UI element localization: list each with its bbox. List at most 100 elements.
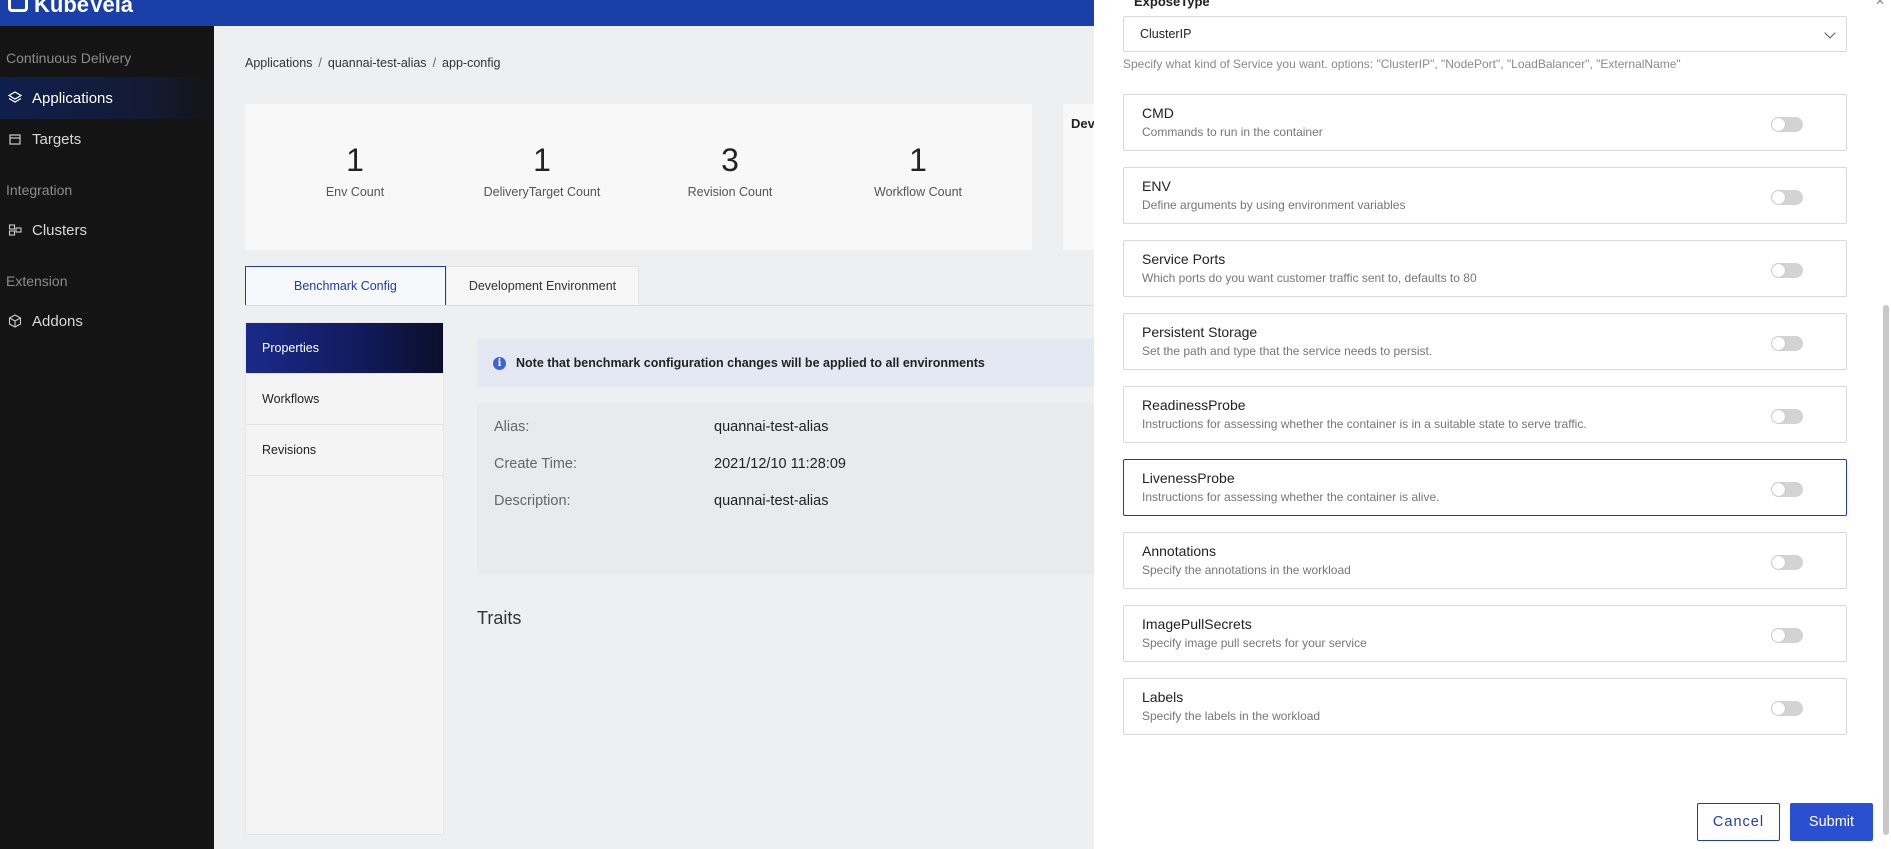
detail-value: quannai-test-alias	[714, 419, 829, 435]
breadcrumb-applications[interactable]: Applications	[245, 56, 312, 70]
sidebar-item-label: Targets	[32, 130, 82, 148]
option-annotations: Annotations Specify the annotations in t…	[1123, 532, 1847, 589]
option-toggle[interactable]	[1771, 555, 1803, 570]
option-toggle[interactable]	[1771, 117, 1803, 132]
option-image-pull-secrets: ImagePullSecrets Specify image pull secr…	[1123, 605, 1847, 662]
sidebar-item-applications[interactable]: Applications	[0, 77, 214, 119]
drawer-scrollbar[interactable]	[1883, 305, 1889, 835]
option-desc: Commands to run in the container	[1142, 125, 1323, 139]
stat-value: 3	[721, 142, 739, 178]
left-nav-revisions[interactable]: Revisions	[246, 425, 443, 476]
option-title: Service Ports	[1142, 251, 1226, 267]
sidebar-item-targets[interactable]: Targets	[0, 118, 214, 160]
option-desc: Which ports do you want customer traffic…	[1142, 271, 1477, 285]
option-persistent-storage: Persistent Storage Set the path and type…	[1123, 313, 1847, 370]
notice-text: Note that benchmark configuration change…	[516, 356, 985, 370]
option-desc: Specify the labels in the workload	[1142, 709, 1321, 723]
brand-name: KubeVela	[34, 0, 134, 17]
detail-value: quannai-test-alias	[714, 493, 829, 509]
stat-revision-count: 3 Revision Count	[650, 142, 810, 199]
stat-workflow-count: 1 Workflow Count	[838, 142, 998, 199]
option-title: Labels	[1142, 689, 1184, 705]
submit-button[interactable]: Submit	[1790, 803, 1873, 841]
info-icon: i	[493, 356, 506, 370]
sidebar-item-clusters[interactable]: Clusters	[0, 209, 214, 251]
tab-development-environment[interactable]: Development Environment	[445, 266, 640, 306]
main-content: Applications / quannai-test-alias / app-…	[214, 26, 1107, 849]
stat-label: DeliveryTarget Count	[483, 185, 601, 199]
config-left-nav: Properties Workflows Revisions	[245, 322, 444, 835]
stat-label: Workflow Count	[874, 185, 962, 199]
environment-card-title: Dev	[1071, 116, 1095, 131]
close-icon[interactable]: ✕	[1875, 0, 1885, 8]
expose-type-select[interactable]: ClusterIP	[1123, 16, 1847, 52]
stat-value: 1	[533, 142, 551, 178]
breadcrumb-app-name[interactable]: quannai-test-alias	[328, 56, 427, 70]
stats-card: 1 Env Count 1 DeliveryTarget Count 3 Rev…	[245, 104, 1032, 250]
stat-value: 1	[909, 142, 927, 178]
traits-title: Traits	[477, 608, 522, 628]
nav-group-continuous-delivery: Continuous Delivery	[6, 50, 132, 66]
option-desc: Specify the annotations in the workload	[1142, 563, 1351, 577]
sidebar-item-label: Applications	[32, 89, 113, 107]
stat-env-count: 1 Env Count	[275, 142, 435, 199]
sidebar: Continuous Delivery Applications Targets…	[0, 26, 214, 849]
option-toggle[interactable]	[1771, 263, 1803, 278]
option-desc: Set the path and type that the service n…	[1142, 344, 1433, 358]
option-desc: Specify image pull secrets for your serv…	[1142, 636, 1367, 650]
tab-benchmark-config[interactable]: Benchmark Config	[245, 266, 446, 306]
option-liveness-probe: LivenessProbe Instructions for assessing…	[1123, 459, 1847, 516]
option-labels: Labels Specify the labels in the workloa…	[1123, 678, 1847, 735]
option-readiness-probe: ReadinessProbe Instructions for assessin…	[1123, 386, 1847, 443]
option-title: CMD	[1142, 105, 1174, 121]
option-toggle[interactable]	[1771, 628, 1803, 643]
stat-deliverytarget-count: 1 DeliveryTarget Count	[462, 142, 622, 199]
expose-type-label: ExposeType	[1134, 0, 1210, 9]
option-toggle[interactable]	[1771, 190, 1803, 205]
benchmark-notice: i Note that benchmark configuration chan…	[477, 339, 1107, 387]
stat-label: Env Count	[325, 185, 385, 199]
stat-label: Revision Count	[687, 185, 773, 199]
option-desc: Instructions for assessing whether the c…	[1142, 417, 1587, 431]
option-service-ports: Service Ports Which ports do you want cu…	[1123, 240, 1847, 297]
sidebar-item-label: Addons	[32, 312, 83, 330]
option-toggle[interactable]	[1771, 409, 1803, 424]
select-value: ClusterIP	[1140, 27, 1192, 41]
detail-value: 2021/12/10 11:28:09	[714, 456, 846, 472]
sidebar-item-addons[interactable]: Addons	[0, 300, 214, 342]
config-tabs: Benchmark Config Development Environment	[245, 266, 640, 306]
breadcrumb: Applications / quannai-test-alias / app-…	[245, 56, 500, 70]
option-cmd: CMD Commands to run in the container	[1123, 94, 1847, 151]
breadcrumb-separator: /	[318, 56, 322, 70]
left-nav-workflows[interactable]: Workflows	[246, 374, 443, 425]
sidebar-item-label: Clusters	[32, 221, 88, 239]
layers-icon	[8, 91, 22, 105]
cancel-button[interactable]: Cancel	[1697, 803, 1780, 841]
detail-key: Create Time:	[494, 456, 577, 472]
chevron-down-icon	[1824, 27, 1836, 39]
breadcrumb-current: app-config	[442, 56, 501, 70]
left-nav-properties[interactable]: Properties	[246, 323, 443, 374]
option-toggle[interactable]	[1771, 336, 1803, 351]
app-details: Alias: quannai-test-alias Create Time: 2…	[477, 403, 1107, 574]
addon-icon	[8, 314, 22, 328]
breadcrumb-separator: /	[432, 56, 437, 70]
cluster-icon	[8, 223, 22, 237]
target-icon	[8, 132, 22, 146]
option-toggle[interactable]	[1771, 482, 1803, 497]
component-config-drawer: ✕ ExposeType ClusterIP Specify what kind…	[1094, 0, 1891, 849]
detail-key: Description:	[494, 493, 571, 509]
nav-group-integration: Integration	[6, 182, 73, 198]
kubevela-logo-icon	[8, 0, 28, 12]
option-toggle[interactable]	[1771, 701, 1803, 716]
option-desc: Instructions for assessing whether the c…	[1142, 490, 1440, 504]
brand-logo[interactable]: KubeVela	[8, 0, 133, 18]
option-title: Persistent Storage	[1142, 324, 1258, 340]
option-title: ENV	[1142, 178, 1171, 194]
option-title: ReadinessProbe	[1142, 397, 1246, 413]
option-title: LivenessProbe	[1142, 470, 1235, 486]
option-title: ImagePullSecrets	[1142, 616, 1252, 632]
stat-value: 1	[346, 142, 364, 178]
tab-divider	[245, 305, 1095, 306]
option-title: Annotations	[1142, 543, 1216, 559]
